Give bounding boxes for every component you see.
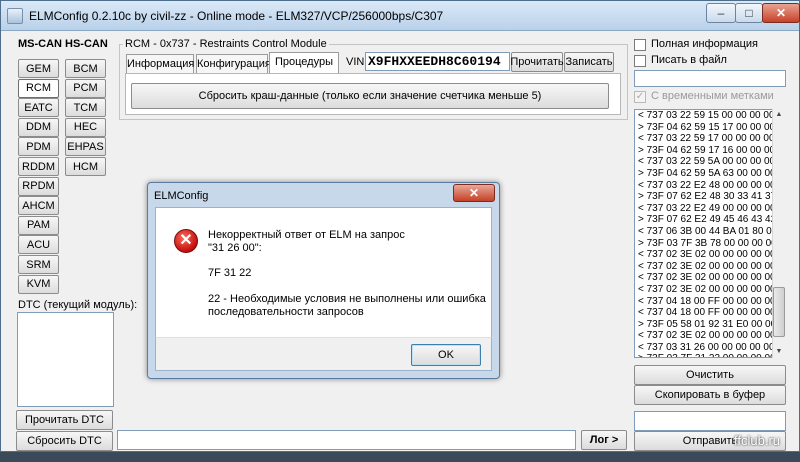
vin-input[interactable]: X9FHXXEEDH8C60194 [365, 52, 510, 71]
module-button-acu[interactable]: ACU [18, 235, 59, 255]
close-button[interactable]: ✕ [762, 3, 800, 23]
module-button-pcm[interactable]: PCM [65, 78, 106, 98]
write-file-checkbox[interactable] [634, 55, 646, 67]
log-line: < 737 03 22 E2 48 00 00 00 00 [638, 179, 776, 191]
dialog-message-line1: Некорректный ответ от ELM на запрос [208, 229, 405, 241]
log-line: < 737 03 22 E2 49 00 00 00 00 [638, 202, 776, 214]
log-line: < 737 06 3B 00 44 BA 01 80 00 [638, 225, 778, 237]
module-button-hcm[interactable]: HCM [65, 157, 106, 176]
log-line: > 73F 03 7F 3B 78 00 00 00 00 [638, 237, 777, 249]
tab-config[interactable]: Конфигурация [196, 54, 271, 73]
module-button-pdm[interactable]: PDM [18, 137, 59, 157]
scroll-down-icon[interactable]: ▼ [773, 348, 785, 355]
module-button-ddm[interactable]: DDM [18, 117, 59, 137]
dialog-response: 7F 31 22 [208, 267, 252, 279]
send-input[interactable] [634, 411, 786, 431]
log-line: > 73F 07 62 E2 48 30 33 41 37 [638, 191, 777, 203]
desktop-strip [0, 452, 800, 462]
module-button-rddm[interactable]: RDDM [18, 157, 59, 176]
dtc-list[interactable] [17, 312, 114, 407]
ms-can-header: MS-CAN [18, 38, 62, 50]
dialog-title: ELMConfig [154, 190, 209, 202]
log-line: < 737 03 22 59 15 00 00 00 00 [638, 110, 775, 121]
copy-log-button[interactable]: Скопировать в буфер [634, 385, 786, 405]
title-bar[interactable]: ELMConfig 0.2.10c by civil-zz - Online m… [1, 1, 800, 31]
full-info-checkbox[interactable] [634, 39, 646, 51]
module-button-ahcm[interactable]: AHCM [18, 196, 59, 216]
maximize-button[interactable]: □ [735, 3, 763, 23]
module-title: RCM - 0x737 - Restraints Control Module [123, 38, 329, 50]
timestamps-label: С временными метками [651, 90, 774, 102]
module-button-eatc[interactable]: EATC [18, 98, 59, 118]
log-line: < 737 02 3E 02 00 00 00 00 00 [638, 260, 776, 272]
log-line: < 737 03 22 59 5A 00 00 00 00 [638, 156, 776, 168]
log-line: < 737 02 3E 02 00 00 00 00 00 [638, 330, 776, 342]
reset-crash-data-button[interactable]: Сбросить краш-данные (только если значен… [131, 83, 609, 109]
log-line: > 73F 04 62 59 15 17 00 00 00 [638, 121, 776, 133]
log-list[interactable]: < 737 03 22 59 15 00 00 00 00 > 73F 04 62… [634, 109, 786, 358]
log-line: < 737 02 3E 02 00 00 00 00 00 [638, 272, 776, 284]
clear-dtc-button[interactable]: Сбросить DTC [16, 431, 113, 451]
dialog-close-button[interactable]: ✕ [453, 184, 495, 202]
log-line: > 73F 04 62 59 17 16 00 00 00 [638, 144, 776, 156]
tab-procedures[interactable]: Процедуры [269, 52, 339, 74]
vin-write-button[interactable]: Записать [564, 52, 614, 72]
log-line: < 737 02 3E 02 00 00 00 00 00 [638, 249, 776, 261]
scroll-up-icon[interactable]: ▲ [773, 111, 785, 118]
dialog-message-line2: "31 26 00": [208, 242, 262, 254]
module-button-pam[interactable]: PAM [18, 215, 59, 235]
log-line: > 73F 05 58 01 92 31 E0 00 00 [638, 318, 777, 330]
full-info-label: Полная информация [651, 38, 758, 50]
vin-read-button[interactable]: Прочитать [510, 52, 564, 72]
module-button-bcm[interactable]: BCM [65, 59, 106, 78]
timestamps-checkbox[interactable]: ✓ [634, 91, 646, 103]
write-file-label: Писать в файл [651, 54, 727, 66]
module-button-rpdm[interactable]: RPDM [18, 176, 59, 196]
log-line: > 73F 04 62 59 5A 63 00 00 00 [638, 167, 776, 179]
log-line: < 737 03 31 26 00 00 00 00 00 [638, 341, 775, 353]
module-button-kvm[interactable]: KVM [18, 274, 59, 294]
log-line: < 737 03 22 59 17 00 00 00 00 [638, 133, 775, 145]
window-title: ELMConfig 0.2.10c by civil-zz - Online m… [29, 9, 444, 23]
log-line: < 737 04 18 00 FF 00 00 00 00 [638, 307, 776, 319]
module-button-rcm[interactable]: RCM [18, 78, 59, 98]
read-dtc-button[interactable]: Прочитать DTC [16, 410, 113, 430]
hs-can-header: HS-CAN [65, 38, 108, 50]
dialog-detail-line1: 22 - Необходимые условия не выполнены ил… [208, 293, 486, 305]
log-toggle-button[interactable]: Лог > [581, 430, 627, 450]
clear-log-button[interactable]: Очистить [634, 365, 786, 385]
command-input[interactable] [117, 430, 576, 450]
check-mark-icon: ✓ [635, 91, 645, 102]
module-button-gem[interactable]: GEM [18, 59, 59, 78]
dtc-label: DTC (текущий модуль): [18, 299, 138, 311]
dialog-detail-line2: последовательности запросов [208, 306, 364, 318]
watermark: ffclub.ru [734, 433, 781, 448]
log-line: > 73F 03 7F 31 22 00 00 00 00 [635, 353, 785, 357]
minimize-button[interactable]: – [706, 3, 736, 23]
file-path-input[interactable] [634, 70, 786, 87]
module-button-hec[interactable]: HEC [65, 117, 106, 137]
tab-info[interactable]: Информация [126, 54, 194, 73]
app-icon [7, 8, 23, 24]
error-icon: ✕ [174, 229, 198, 253]
error-dialog: ELMConfig ✕ ✕ Некорректный ответ от ELM … [147, 182, 500, 379]
module-button-srm[interactable]: SRM [18, 255, 59, 274]
log-line: > 73F 07 62 E2 49 45 46 43 42 [638, 214, 777, 226]
ok-button[interactable]: OK [411, 344, 481, 366]
module-button-tcm[interactable]: TCM [65, 98, 106, 118]
module-button-ehpas[interactable]: EHPAS [65, 137, 106, 157]
scroll-thumb[interactable] [773, 287, 785, 337]
log-line: < 737 04 18 00 FF 00 00 00 00 [638, 295, 776, 307]
log-line: < 737 02 3E 02 00 00 00 00 00 [638, 283, 776, 295]
